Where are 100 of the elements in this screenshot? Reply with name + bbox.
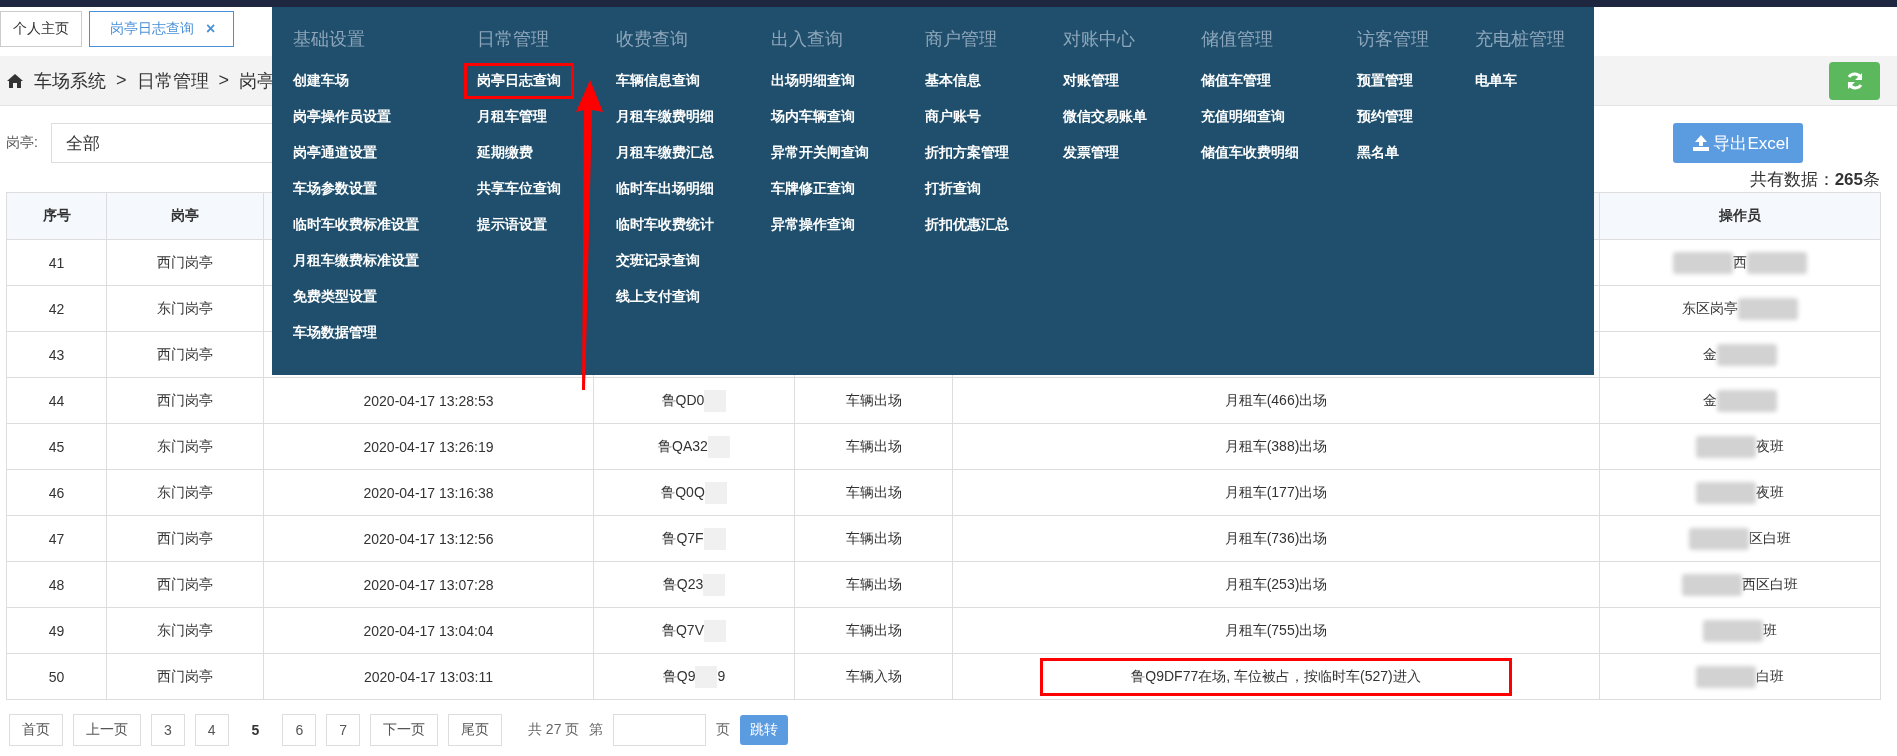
table-cell: 东门岗亭 xyxy=(106,469,264,516)
event-text: 车辆出场 xyxy=(845,437,902,454)
menu-item[interactable]: 预约管理 xyxy=(1343,99,1426,135)
page-button[interactable]: 下一页 xyxy=(370,714,438,746)
table-cell: 西门岗亭 xyxy=(106,331,264,378)
menu-item[interactable]: 出场明细查询 xyxy=(757,63,868,99)
menu-item[interactable]: 储值车管理 xyxy=(1187,63,1284,99)
menu-item[interactable]: 异常操作查询 xyxy=(757,207,868,243)
time-text: 2020-04-17 13:04:04 xyxy=(363,622,494,639)
page-button[interactable]: 首页 xyxy=(9,714,63,746)
page-button[interactable]: 3 xyxy=(151,714,185,746)
menu-heading: 收费查询 xyxy=(615,28,688,51)
menu-item[interactable]: 岗亭日志查询 xyxy=(463,63,574,99)
column-header: 序号 xyxy=(6,192,107,240)
menu-item[interactable]: 预置管理 xyxy=(1343,63,1426,99)
menu-item[interactable]: 打折查询 xyxy=(911,171,994,207)
menu-item[interactable]: 临时车出场明细 xyxy=(602,171,727,207)
table-cell: 西门岗亭 xyxy=(106,377,264,424)
operator-name: 金 xyxy=(1703,391,1717,408)
table-cell: 东门岗亭 xyxy=(106,423,264,470)
table-cell: 43 xyxy=(6,331,107,378)
menu-item[interactable]: 黑名单 xyxy=(1343,135,1412,171)
plate-number: 鲁QA32 xyxy=(658,437,708,454)
menu-item[interactable]: 充值明细查询 xyxy=(1187,99,1298,135)
menu-item[interactable]: 发票管理 xyxy=(1049,135,1132,171)
table-cell: 47 xyxy=(6,515,107,562)
description-text: 月租车(755)出场 xyxy=(1224,621,1328,638)
menu-item[interactable]: 线上支付查询 xyxy=(602,279,713,315)
menu-heading: 对账中心 xyxy=(1062,28,1135,51)
plate-number: 鲁QD0 xyxy=(661,391,705,408)
page-input[interactable] xyxy=(613,714,707,746)
table-cell: 41 xyxy=(6,239,107,286)
upload-icon xyxy=(1691,134,1712,152)
menu-item[interactable]: 月租车缴费汇总 xyxy=(602,135,727,171)
page-button[interactable]: 6 xyxy=(282,714,317,746)
page-button[interactable]: 4 xyxy=(194,714,229,746)
menu-item[interactable]: 月租车管理 xyxy=(463,99,560,135)
operator-name: 西 xyxy=(1733,253,1747,270)
refresh-button[interactable] xyxy=(1829,61,1880,100)
menu-item[interactable]: 车场数据管理 xyxy=(280,315,390,351)
plate-number: 鲁Q7V xyxy=(662,621,704,638)
menu-item[interactable]: 临时车收费标准设置 xyxy=(280,207,432,243)
menu-heading: 访客管理 xyxy=(1356,28,1429,51)
menu-item[interactable]: 车牌修正查询 xyxy=(757,171,868,207)
page-tab[interactable]: 岗亭日志查询 × xyxy=(89,11,235,47)
operator-name: 东区岗亭 xyxy=(1682,299,1738,316)
menu-item[interactable]: 创建车场 xyxy=(280,63,362,99)
breadcrumb-item[interactable]: 车场系统 xyxy=(34,68,106,93)
page-button[interactable]: 上一页 xyxy=(73,714,141,746)
table-cell: 西门岗亭 xyxy=(106,239,264,286)
page-button[interactable]: 尾页 xyxy=(448,714,502,746)
event-text: 车辆出场 xyxy=(845,391,902,408)
menu-heading: 日常管理 xyxy=(476,28,549,51)
table-cell: 44 xyxy=(6,377,107,424)
plate-number: 鲁Q0Q xyxy=(661,483,705,500)
menu-item[interactable]: 免费类型设置 xyxy=(280,279,390,315)
menu-item[interactable]: 异常开关闸查询 xyxy=(757,135,882,171)
menu-item[interactable]: 车场参数设置 xyxy=(280,171,390,207)
table-cell: 西门岗亭 xyxy=(106,561,264,608)
menu-item[interactable]: 共享车位查询 xyxy=(463,171,574,207)
breadcrumb-item[interactable]: 日常管理 xyxy=(136,68,209,93)
menu-item[interactable]: 交班记录查询 xyxy=(602,243,713,279)
time-text: 2020-04-17 13:03:11 xyxy=(364,668,493,685)
menu-item[interactable]: 延期缴费 xyxy=(463,135,546,171)
menu-item[interactable]: 折扣方案管理 xyxy=(911,135,1022,171)
menu-item[interactable]: 车辆信息查询 xyxy=(602,63,713,99)
menu-heading: 商户管理 xyxy=(924,28,997,51)
table-cell: 48 xyxy=(6,561,107,608)
page-tab[interactable]: 个人主页 xyxy=(0,11,82,47)
event-text: 车辆出场 xyxy=(845,621,902,638)
menu-item[interactable]: 场内车辆查询 xyxy=(757,99,868,135)
menu-item[interactable]: 对账管理 xyxy=(1049,63,1132,99)
menu-item[interactable]: 商户账号 xyxy=(911,99,994,135)
menu-item[interactable]: 月租车缴费明细 xyxy=(602,99,727,135)
event-text: 车辆入场 xyxy=(845,667,902,684)
menu-item[interactable]: 折扣优惠汇总 xyxy=(911,207,1022,243)
goto-label: 第 xyxy=(589,721,604,739)
operator-name: 区白班 xyxy=(1749,529,1791,546)
menu-item[interactable]: 提示语设置 xyxy=(463,207,560,243)
menu-item[interactable]: 电单车 xyxy=(1461,63,1530,99)
table-cell: 50 xyxy=(6,653,107,700)
menu-item[interactable]: 微信交易账单 xyxy=(1049,99,1160,135)
table-cell: 46 xyxy=(6,469,107,516)
time-text: 2020-04-17 13:28:53 xyxy=(363,392,494,409)
menu-item[interactable]: 临时车收费统计 xyxy=(602,207,727,243)
description-text: 月租车(388)出场 xyxy=(1224,437,1328,454)
description-text: 月租车(177)出场 xyxy=(1224,483,1328,500)
event-text: 车辆出场 xyxy=(845,529,902,546)
operator-name: 金 xyxy=(1703,345,1717,362)
menu-heading: 出入查询 xyxy=(770,28,843,51)
plate-number: 鲁Q9 xyxy=(662,667,696,684)
operator-name: 班 xyxy=(1763,621,1777,638)
event-text: 车辆出场 xyxy=(845,483,902,500)
breadcrumb-separator: > xyxy=(218,70,230,91)
menu-item[interactable]: 基本信息 xyxy=(911,63,994,99)
menu-item[interactable]: 储值车收费明细 xyxy=(1187,135,1312,171)
time-text: 2020-04-17 13:16:38 xyxy=(363,484,494,501)
page-button[interactable]: 7 xyxy=(326,714,360,746)
table-cell: 西门岗亭 xyxy=(106,515,264,562)
plate-number: 鲁Q7F xyxy=(662,529,704,546)
